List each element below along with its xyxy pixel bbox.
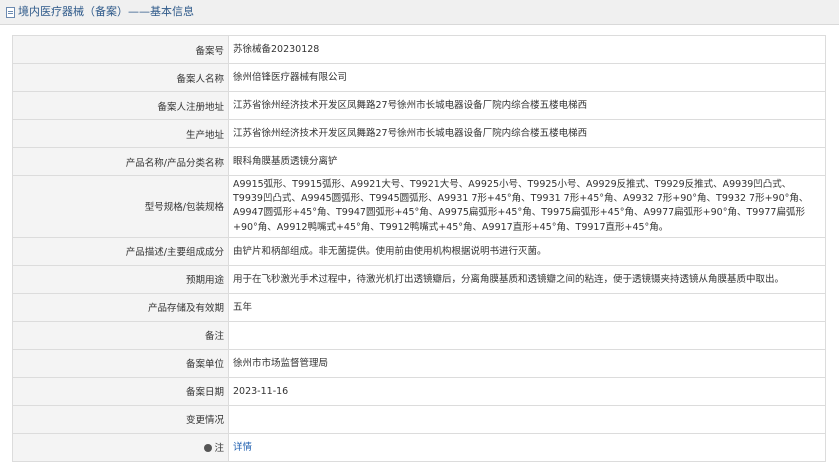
table-row: 备注 (12, 320, 826, 350)
table-row: 备案单位 徐州市市场监督管理局 (12, 348, 826, 378)
table-row: 产品描述/主要组成成分 由铲片和柄部组成。非无菌提供。使用前由使用机构根据说明书进… (12, 236, 826, 266)
row-label: 备案号 (12, 35, 229, 64)
row-label: 型号规格/包装规格 (12, 175, 229, 238)
row-label: 产品存储及有效期 (12, 292, 229, 322)
note-value-cell: 详情 (228, 432, 826, 462)
row-label: 备注 (12, 320, 229, 350)
table-row: 备案号 苏徐械备20230128 (12, 35, 826, 64)
note-label: 注 (214, 443, 224, 455)
row-label: 产品描述/主要组成成分 (12, 236, 229, 266)
table-row: 产品存储及有效期 五年 (12, 292, 826, 322)
row-value: 江苏省徐州经济技术开发区凤舞路27号徐州市长城电器设备厂院内综合楼五楼电梯西 (228, 119, 826, 148)
table-row: 备案日期 2023-11-16 (12, 376, 826, 406)
row-label: 备案人注册地址 (12, 91, 229, 120)
note-label-cell: 注 (12, 432, 229, 462)
page-title: 境内医疗器械（备案）——基本信息 (18, 5, 194, 18)
page-header: 境内医疗器械（备案）——基本信息 (0, 0, 839, 25)
row-value (228, 320, 826, 350)
row-label: 备案日期 (12, 376, 229, 406)
info-icon (204, 444, 213, 453)
document-icon (6, 6, 15, 18)
note-row: 注详情 (12, 432, 826, 462)
row-label: 产品名称/产品分类名称 (12, 147, 229, 176)
row-label: 备案人名称 (12, 63, 229, 92)
table-row: 备案人注册地址 江苏省徐州经济技术开发区凤舞路27号徐州市长城电器设备厂院内综合楼… (12, 91, 826, 120)
row-label: 备案单位 (12, 348, 229, 378)
table-row: 备案人名称 徐州倍锋医疗器械有限公司 (12, 63, 826, 92)
row-label: 预期用途 (12, 264, 229, 294)
table-row: 型号规格/包装规格 A9915弧形、T9915弧形、A9921大号、T9921大号… (12, 175, 826, 238)
info-table: 备案号 苏徐械备20230128 备案人名称 徐州倍锋医疗器械有限公司 备案人注册地址江… (12, 35, 826, 462)
row-value: 2023-11-16 (228, 376, 826, 406)
row-label: 变更情况 (12, 404, 229, 434)
row-value (228, 404, 826, 434)
detail-link[interactable]: 详情 (233, 442, 252, 453)
info-table-container: 备案号 苏徐械备20230128 备案人名称 徐州倍锋医疗器械有限公司 备案人注册地址江… (12, 35, 826, 462)
row-value: A9915弧形、T9915弧形、A9921大号、T9921大号、A9925小号、… (228, 175, 826, 238)
row-value: 五年 (228, 292, 826, 322)
row-value: 苏徐械备20230128 (228, 35, 826, 64)
table-row: 变更情况 (12, 404, 826, 434)
table-row: 产品名称/产品分类名称 眼科角膜基质透镜分离铲 (12, 147, 826, 176)
row-value: 由铲片和柄部组成。非无菌提供。使用前由使用机构根据说明书进行灭菌。 (228, 236, 826, 266)
table-row: 生产地址 江苏省徐州经济技术开发区凤舞路27号徐州市长城电器设备厂院内综合楼五楼电… (12, 119, 826, 148)
row-value: 徐州倍锋医疗器械有限公司 (228, 63, 826, 92)
row-value: 用于在飞秒激光手术过程中，待激光机打出透镜瓣后，分离角膜基质和透镜瓣之间的粘连，… (228, 264, 826, 294)
row-label: 生产地址 (12, 119, 229, 148)
table-row: 预期用途 用于在飞秒激光手术过程中，待激光机打出透镜瓣后，分离角膜基质和透镜瓣之间… (12, 264, 826, 294)
row-value: 江苏省徐州经济技术开发区凤舞路27号徐州市长城电器设备厂院内综合楼五楼电梯西 (228, 91, 826, 120)
row-value: 徐州市市场监督管理局 (228, 348, 826, 378)
row-value: 眼科角膜基质透镜分离铲 (228, 147, 826, 176)
